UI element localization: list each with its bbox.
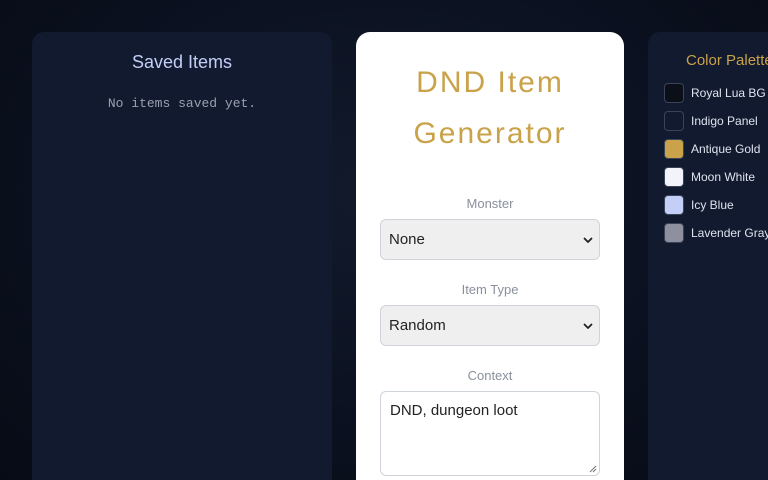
palette-item: Moon White (664, 166, 755, 188)
color-swatch (664, 195, 684, 215)
item-type-select[interactable]: Random (380, 305, 600, 346)
monster-select-value: None (389, 231, 425, 248)
color-swatch-label: Indigo Panel (691, 114, 758, 128)
color-palette-title: Color Palette (686, 52, 768, 69)
color-swatch (664, 83, 684, 103)
context-label: Context (467, 368, 513, 383)
resize-grip-icon[interactable] (589, 465, 597, 473)
color-swatch-label: Royal Lua BG (691, 86, 766, 100)
context-textarea-value: DND, dungeon loot (390, 402, 518, 419)
color-swatch-label: Moon White (691, 170, 756, 184)
color-swatch-label: Antique Gold (691, 142, 761, 156)
saved-items-title: Saved Items (131, 52, 233, 72)
context-textarea[interactable]: DND, dungeon loot (380, 391, 600, 476)
item-type-label: Item Type (461, 282, 519, 297)
color-swatch (664, 139, 684, 159)
color-swatch (664, 111, 684, 131)
chevron-down-icon (583, 323, 593, 329)
chevron-down-icon (583, 237, 593, 243)
monster-select[interactable]: None (380, 219, 600, 260)
palette-item: Royal Lua BG (664, 82, 766, 104)
color-swatch-label: Lavender Gray (691, 226, 768, 240)
palette-item: Lavender Gray (664, 222, 768, 244)
color-swatch (664, 223, 684, 243)
monster-label: Monster (466, 196, 514, 211)
color-swatch-label: Icy Blue (691, 198, 734, 212)
color-palette-panel: Color Palette Royal Lua BG Indigo Panel An… (648, 32, 768, 480)
saved-items-panel: Saved Items No items saved yet. (32, 32, 332, 480)
saved-items-empty-message: No items saved yet. (107, 96, 257, 111)
item-type-select-value: Random (389, 317, 446, 334)
palette-item: Indigo Panel (664, 110, 758, 132)
palette-item: Antique Gold (664, 138, 760, 160)
color-swatch (664, 167, 684, 187)
item-generator-panel: DND Item Generator Monster None Item Typ… (356, 32, 624, 480)
page-title: DND Item Generator (413, 66, 567, 150)
palette-item: Icy Blue (664, 194, 734, 216)
